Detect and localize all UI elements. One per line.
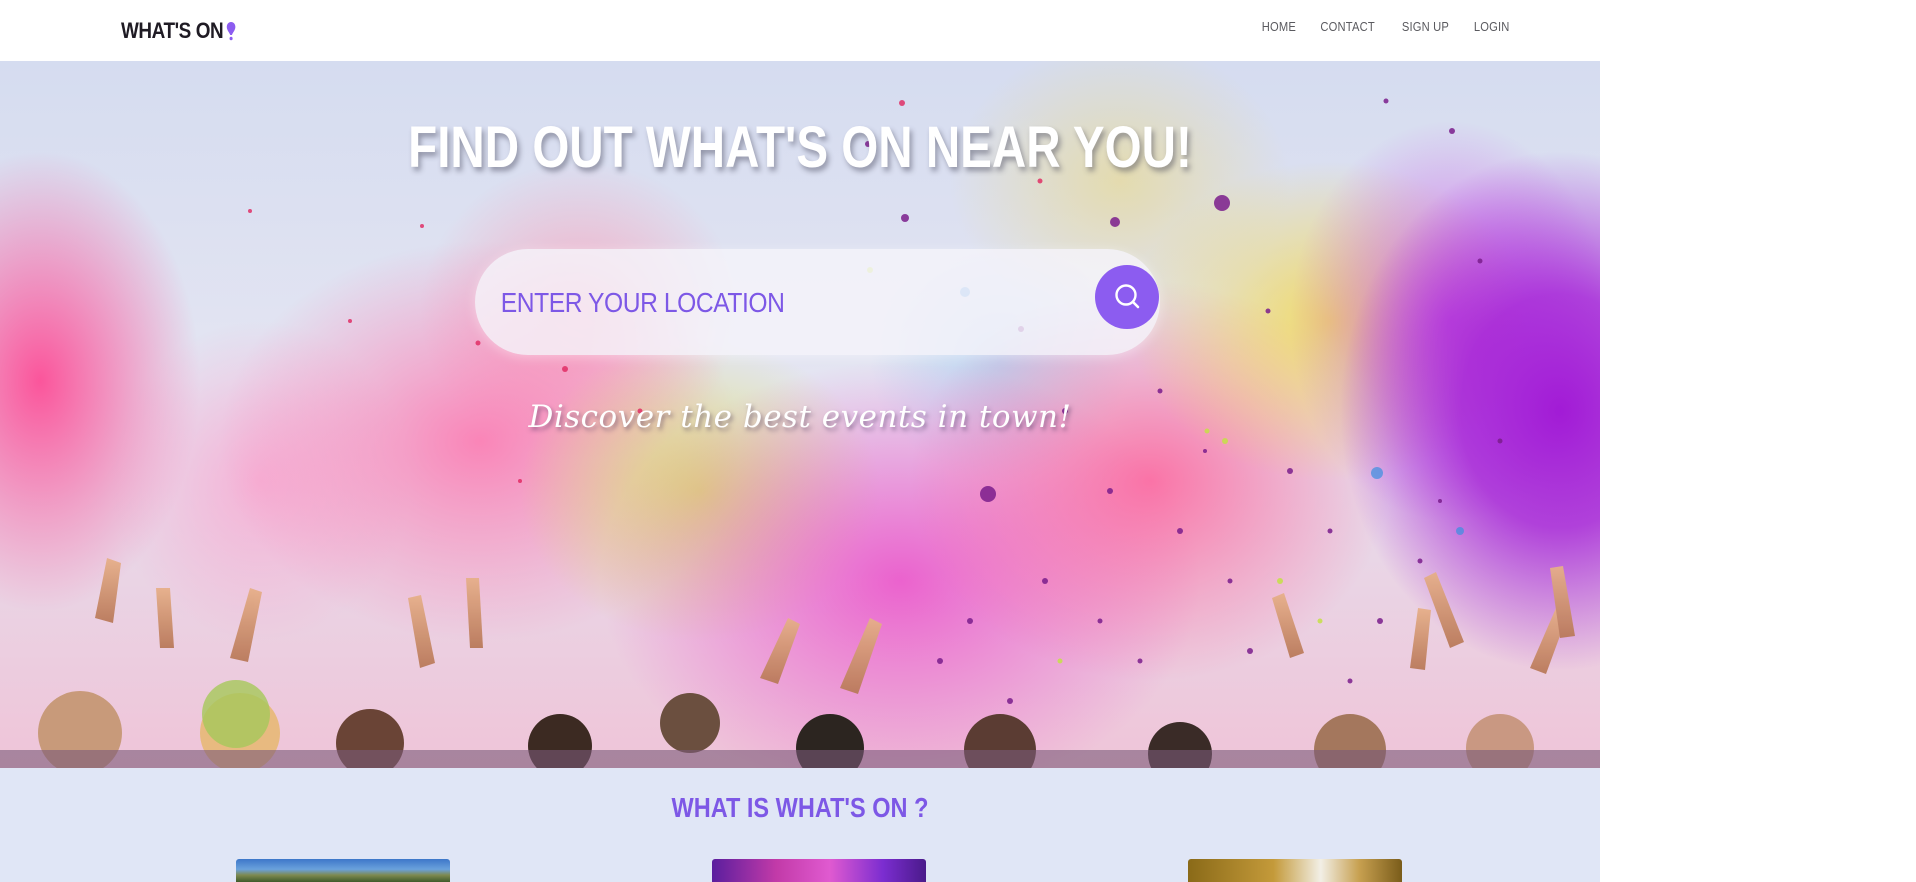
nav-home-link[interactable]: HOME: [1261, 19, 1295, 34]
nav-login-link[interactable]: LOGIN: [1473, 19, 1509, 34]
hero-headline: FIND OUT WHAT'S ON NEAR YOU!: [408, 115, 1192, 180]
logo[interactable]: WHAT'S ON: [121, 16, 236, 46]
crowd-illustration: [0, 558, 1600, 768]
feature-card-image-1[interactable]: [236, 859, 450, 882]
feature-card-image-2[interactable]: [712, 859, 926, 882]
main-nav: HOME CONTACT SIGN UP LOGIN: [1259, 19, 1512, 34]
page: WHAT'S ON HOME CONTACT SIGN UP LOGIN FIN…: [0, 0, 1600, 882]
hero-section: FIND OUT WHAT'S ON NEAR YOU! Discover th…: [0, 61, 1600, 768]
map-pin-icon: [226, 21, 236, 41]
about-section: WHAT IS WHAT'S ON ?: [0, 768, 1600, 882]
feature-card-image-3[interactable]: [1188, 859, 1402, 882]
search-button[interactable]: [1095, 265, 1159, 329]
empty-viewport-area: [1600, 0, 1916, 882]
nav-sign-up-link[interactable]: SIGN UP: [1402, 19, 1449, 34]
about-section-title: WHAT IS WHAT'S ON ?: [671, 792, 929, 823]
search-icon: [1115, 284, 1140, 309]
hero-tagline: Discover the best events in town!: [528, 399, 1072, 435]
location-search-input[interactable]: [499, 279, 961, 327]
location-search-bar: [475, 249, 1160, 355]
nav-contact-link[interactable]: CONTACT: [1321, 19, 1375, 34]
top-navigation-bar: WHAT'S ON HOME CONTACT SIGN UP LOGIN: [0, 0, 1600, 61]
logo-text: WHAT'S ON: [121, 18, 224, 43]
